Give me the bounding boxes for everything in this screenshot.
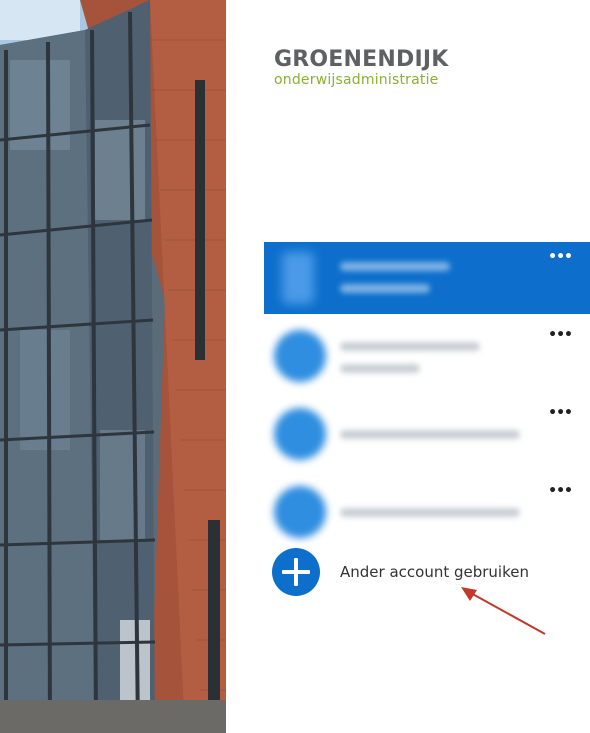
account-list: ••• ••• ••• ••• bbox=[264, 242, 590, 554]
account-email-redacted bbox=[340, 364, 420, 373]
use-other-account-label: Ander account gebruiken bbox=[340, 563, 529, 581]
plus-circle-icon bbox=[272, 548, 320, 596]
more-dots-icon[interactable]: ••• bbox=[548, 328, 573, 342]
building-photo bbox=[0, 0, 226, 733]
account-avatar-icon bbox=[282, 252, 314, 304]
account-tile-2[interactable]: ••• bbox=[264, 320, 590, 392]
account-avatar-icon bbox=[274, 330, 326, 382]
account-email-redacted bbox=[340, 284, 430, 293]
logo-brand: GROENENDIJK bbox=[274, 47, 449, 72]
account-picker-page: GROENENDIJK onderwijsadministratie ••• •… bbox=[0, 0, 590, 733]
more-dots-icon[interactable]: ••• bbox=[548, 250, 573, 264]
annotation-arrow-icon bbox=[461, 587, 546, 635]
account-name-redacted bbox=[340, 342, 480, 351]
more-dots-icon[interactable]: ••• bbox=[548, 406, 573, 420]
account-email-redacted bbox=[340, 430, 520, 439]
account-tile-4[interactable]: ••• bbox=[264, 476, 590, 548]
groenendijk-logo: GROENENDIJK onderwijsadministratie bbox=[274, 47, 449, 89]
more-dots-icon[interactable]: ••• bbox=[548, 484, 573, 498]
account-name-redacted bbox=[340, 262, 450, 271]
account-tile-1[interactable]: ••• bbox=[264, 242, 590, 314]
logo-tagline: onderwijsadministratie bbox=[274, 72, 439, 88]
account-email-redacted bbox=[340, 508, 520, 517]
account-tile-3[interactable]: ••• bbox=[264, 398, 590, 470]
account-avatar-icon bbox=[274, 408, 326, 460]
account-avatar-icon bbox=[274, 486, 326, 538]
